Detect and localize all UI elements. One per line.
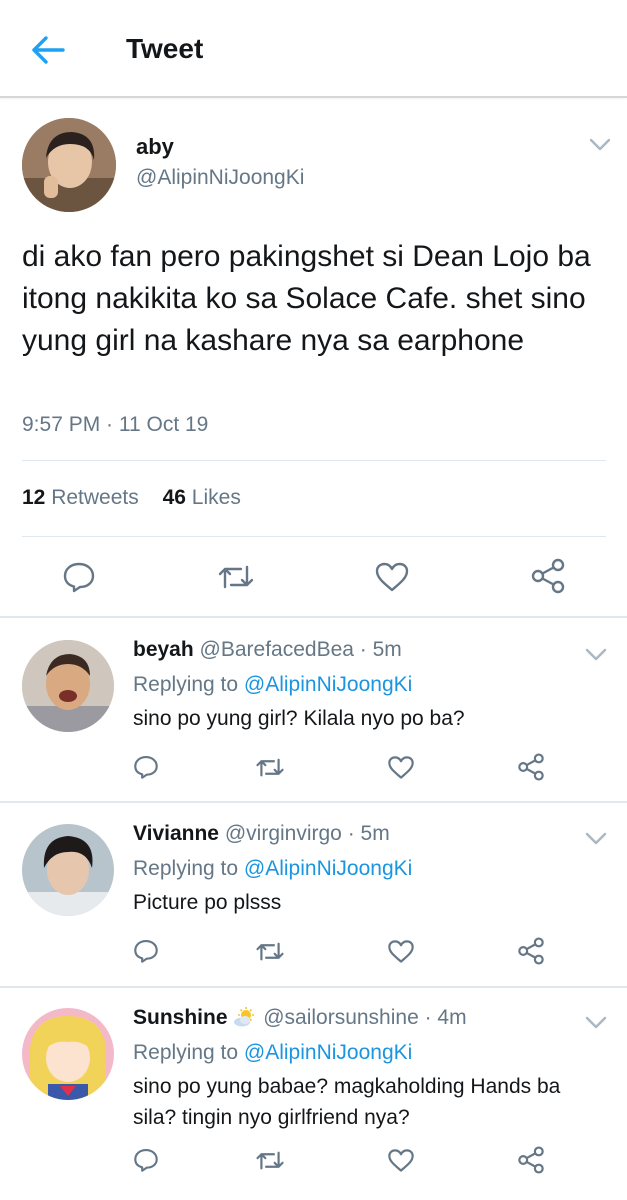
author-name[interactable]: aby <box>136 134 174 160</box>
share-button[interactable] <box>517 753 545 781</box>
divider <box>22 536 606 537</box>
replying-to-handle[interactable]: @AlipinNiJoongKi <box>244 673 412 696</box>
replying-to: Replying to @AlipinNiJoongKi <box>133 857 412 881</box>
share-icon <box>518 937 544 965</box>
reply-author-name[interactable]: Vivianne <box>133 822 219 845</box>
reply-icon <box>63 562 95 593</box>
reply-text: Picture po plsss <box>133 891 282 914</box>
reply-menu-button[interactable] <box>585 832 607 846</box>
tweet-text: di ako fan pero pakingshet si Dean Lojo … <box>22 240 591 357</box>
reply-handle-time[interactable]: @virginvirgo · 5m <box>225 822 390 845</box>
avatar-image <box>22 1008 114 1100</box>
reply-button[interactable] <box>62 560 96 594</box>
reply-button[interactable] <box>133 938 159 964</box>
reply-icon <box>134 755 158 779</box>
share-button[interactable] <box>517 1146 545 1174</box>
retweets-label: Retweets <box>51 486 139 509</box>
retweets-stat[interactable]: 12 Retweets <box>22 486 139 509</box>
likes-count: 46 <box>162 486 186 509</box>
reply-author-name[interactable]: beyah <box>133 638 194 661</box>
reply-text: sino po yung babae? magkaholding Hands b… <box>133 1075 561 1129</box>
sun-behind-cloud-icon <box>234 1007 255 1027</box>
like-button[interactable] <box>387 939 415 964</box>
divider <box>0 801 627 803</box>
replying-to-handle[interactable]: @AlipinNiJoongKi <box>244 857 412 880</box>
reply-icon <box>134 939 158 963</box>
like-button[interactable] <box>374 561 410 593</box>
reply-author-name[interactable]: Sunshine <box>133 1006 228 1029</box>
chevron-down-icon <box>585 1016 607 1029</box>
retweet-button[interactable] <box>255 1148 285 1173</box>
retweet-button[interactable] <box>217 561 255 593</box>
reply-icon <box>134 1148 158 1172</box>
heart-icon <box>388 756 414 779</box>
heart-icon <box>375 562 409 592</box>
replying-to: Replying to @AlipinNiJoongKi <box>133 1041 412 1065</box>
share-button[interactable] <box>517 937 545 965</box>
reply-header: Vivianne @virginvirgo · 5m <box>133 822 390 846</box>
reply-text: sino po yung girl? Kilala nyo po ba? <box>133 707 465 730</box>
share-button[interactable] <box>530 558 566 594</box>
retweet-button[interactable] <box>255 939 285 964</box>
avatar-image <box>22 824 114 916</box>
replying-to-label: Replying to <box>133 1041 239 1064</box>
like-button[interactable] <box>387 1148 415 1173</box>
divider <box>22 460 606 461</box>
replying-to-label: Replying to <box>133 673 239 696</box>
arrow-left-icon <box>32 36 65 64</box>
reply-menu-button[interactable] <box>585 648 607 662</box>
reply-header: Sunshine @sailorsunshine · 4m <box>133 1006 467 1030</box>
reply-header: beyah @BarefacedBea · 5m <box>133 638 402 662</box>
replying-to-handle[interactable]: @AlipinNiJoongKi <box>244 1041 412 1064</box>
back-button[interactable] <box>30 34 66 66</box>
avatar[interactable] <box>22 640 114 732</box>
avatar-image <box>22 640 114 732</box>
avatar[interactable] <box>22 118 116 212</box>
likes-label: Likes <box>191 486 241 509</box>
avatar-image <box>22 118 116 212</box>
retweet-button[interactable] <box>255 755 285 780</box>
chevron-down-icon <box>585 648 607 661</box>
replying-to: Replying to @AlipinNiJoongKi <box>133 673 412 697</box>
top-bar: Tweet <box>0 0 627 98</box>
tweet-detail-screen: Tweet aby @AlipinNiJoongKi di ako fan pe… <box>0 0 627 1200</box>
share-icon <box>518 1146 544 1174</box>
retweet-icon <box>256 1151 284 1170</box>
like-button[interactable] <box>387 755 415 780</box>
reply-button[interactable] <box>133 754 159 780</box>
retweets-count: 12 <box>22 486 46 509</box>
divider <box>0 986 627 988</box>
tweet-stats: 12 Retweets 46 Likes <box>22 486 259 510</box>
page-title: Tweet <box>126 33 204 64</box>
replying-to-label: Replying to <box>133 857 239 880</box>
share-icon <box>518 753 544 781</box>
chevron-down-icon <box>585 832 607 845</box>
avatar[interactable] <box>22 824 114 916</box>
heart-icon <box>388 940 414 963</box>
chevron-down-icon <box>589 138 611 151</box>
avatar[interactable] <box>22 1008 114 1100</box>
author-handle[interactable]: @AlipinNiJoongKi <box>136 166 304 190</box>
retweet-icon <box>256 758 284 777</box>
retweet-icon <box>256 942 284 961</box>
reply-handle-time[interactable]: @BarefacedBea · 5m <box>200 638 402 661</box>
tweet-menu-button[interactable] <box>589 138 611 152</box>
reply-handle-time[interactable]: @sailorsunshine · 4m <box>263 1006 466 1029</box>
likes-stat[interactable]: 46 Likes <box>163 486 241 509</box>
share-icon <box>531 558 565 594</box>
retweet-icon <box>218 565 254 589</box>
tweet-timestamp: 9:57 PM · 11 Oct 19 <box>22 413 209 436</box>
divider <box>0 616 627 618</box>
reply-menu-button[interactable] <box>585 1016 607 1030</box>
reply-button[interactable] <box>133 1147 159 1173</box>
heart-icon <box>388 1149 414 1172</box>
